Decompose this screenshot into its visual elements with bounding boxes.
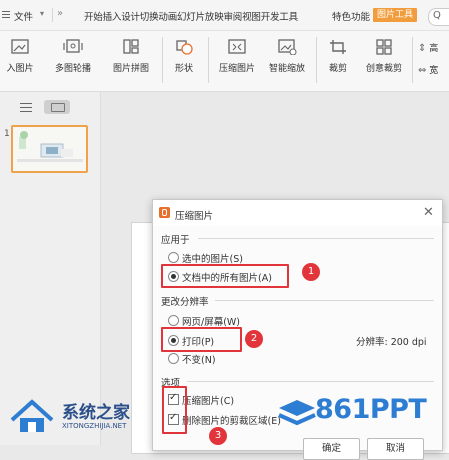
compress-label: 压缩图片 bbox=[218, 64, 255, 74]
crop-label: 裁剪 bbox=[328, 64, 347, 74]
checkbox-label: 压缩图片(C) bbox=[182, 396, 235, 407]
radio-button[interactable] bbox=[168, 315, 179, 326]
compress-icon bbox=[227, 39, 247, 55]
slide-preview-image bbox=[13, 127, 86, 171]
divider bbox=[215, 300, 434, 301]
divider bbox=[198, 238, 434, 239]
radio-label: 不变(N) bbox=[182, 355, 216, 366]
radio-label: 网页/屏幕(W) bbox=[182, 317, 241, 328]
divider bbox=[52, 8, 53, 22]
watermark-title: 系统之家 bbox=[62, 403, 130, 423]
radio-button[interactable] bbox=[168, 252, 179, 263]
crop-icon bbox=[328, 39, 348, 55]
height-label: 高 bbox=[429, 44, 439, 54]
slide-thumbnail[interactable] bbox=[11, 125, 88, 173]
more-icon[interactable]: » bbox=[57, 8, 63, 19]
smart-zoom-button[interactable]: 智能缩放 bbox=[264, 39, 310, 74]
layers-logo-icon bbox=[278, 400, 316, 426]
wps-app-icon bbox=[159, 207, 170, 218]
insert-picture-button[interactable]: 入图片 bbox=[0, 39, 40, 74]
shape-button[interactable]: 形状 bbox=[166, 39, 202, 74]
watermark-xitongzhijia: 系统之家 XITONGZHIJIA.NET bbox=[0, 392, 170, 445]
annotation-badge-3: 3 bbox=[209, 427, 227, 445]
creative-crop-label: 创意裁剪 bbox=[365, 64, 402, 74]
checkbox-label: 删除图片的剪裁区域(E) bbox=[182, 416, 281, 427]
resolution-heading: 更改分辨率 bbox=[161, 297, 209, 308]
radio-label: 选中的图片(S) bbox=[182, 254, 243, 265]
search-box[interactable]: Q bbox=[428, 8, 449, 26]
divider bbox=[187, 381, 434, 382]
creative-crop-icon bbox=[374, 39, 394, 55]
dialog-titlebar[interactable]: 压缩图片 ✕ bbox=[153, 200, 442, 226]
shape-icon bbox=[174, 39, 194, 55]
menu-special-features[interactable]: 特色功能 bbox=[332, 9, 370, 23]
collage-label: 图片拼图 bbox=[112, 64, 149, 74]
crop-button[interactable]: 裁剪 bbox=[320, 39, 356, 74]
picture-collage-button[interactable]: 图片拼图 bbox=[106, 39, 156, 74]
width-icon: ⇔ bbox=[418, 65, 427, 76]
height-control[interactable]: ⇕ 高 bbox=[418, 41, 438, 54]
shape-label: 形状 bbox=[174, 64, 193, 74]
chevron-down-icon[interactable]: ▾ bbox=[40, 9, 44, 18]
menu-bar: 文件 ▾ » 开始插入设计切换动画幻灯片放映审阅视图开发工具 特色功能 图片工具… bbox=[0, 0, 449, 31]
watermark-subtitle: XITONGZHIJIA.NET bbox=[62, 422, 127, 430]
search-icon: Q bbox=[433, 10, 441, 21]
slide-number: 1 bbox=[4, 129, 10, 139]
ribbon-toolbar: 入图片 多图轮播 图片拼图 形状 压缩图片 智能缩放 裁剪 创意裁剪 ⇕ 高 ⇔… bbox=[0, 31, 449, 92]
divider bbox=[412, 37, 413, 83]
carousel-label: 多图轮播 bbox=[54, 64, 91, 74]
watermark-title: 861PPT bbox=[315, 394, 427, 425]
smart-zoom-label: 智能缩放 bbox=[268, 64, 305, 74]
resolution-readout: 分辨率: 200 dpi bbox=[356, 337, 427, 348]
menu-file[interactable]: 文件 bbox=[14, 9, 33, 23]
annotation-badge-2: 2 bbox=[245, 330, 263, 348]
highlight-box bbox=[161, 264, 289, 288]
apply-to-heading: 应用于 bbox=[161, 235, 190, 246]
slide-icon bbox=[51, 103, 65, 112]
thumbnail-view-toggle[interactable] bbox=[44, 100, 70, 114]
multi-picture-carousel-button[interactable]: 多图轮播 bbox=[48, 39, 98, 74]
width-control[interactable]: ⇔ 宽 bbox=[418, 63, 438, 76]
divider bbox=[316, 37, 317, 83]
highlight-box bbox=[161, 327, 242, 352]
divider bbox=[208, 37, 209, 83]
tab-picture-tools[interactable]: 图片工具 bbox=[373, 8, 418, 22]
dialog-title: 压缩图片 bbox=[175, 211, 214, 222]
house-logo-icon bbox=[10, 399, 54, 432]
outline-view-icon[interactable] bbox=[20, 103, 32, 113]
carousel-icon bbox=[63, 39, 83, 55]
smart-zoom-icon bbox=[277, 39, 297, 56]
radio-button[interactable] bbox=[168, 353, 179, 364]
picture-icon bbox=[10, 39, 30, 55]
annotation-badge-1: 1 bbox=[302, 263, 320, 281]
close-icon[interactable]: ✕ bbox=[423, 205, 434, 220]
watermark-861ppt: 861PPT bbox=[273, 392, 449, 445]
menu-icon[interactable] bbox=[2, 11, 10, 19]
height-icon: ⇕ bbox=[418, 43, 427, 54]
creative-crop-button[interactable]: 创意裁剪 bbox=[360, 39, 408, 74]
compress-picture-button[interactable]: 压缩图片 bbox=[214, 39, 260, 74]
menu-tabs[interactable]: 开始插入设计切换动画幻灯片放映审阅视图开发工具 bbox=[84, 9, 298, 23]
collage-icon bbox=[121, 39, 141, 55]
divider bbox=[162, 37, 163, 83]
insert-picture-label: 入图片 bbox=[6, 64, 34, 74]
width-label: 宽 bbox=[429, 66, 439, 76]
